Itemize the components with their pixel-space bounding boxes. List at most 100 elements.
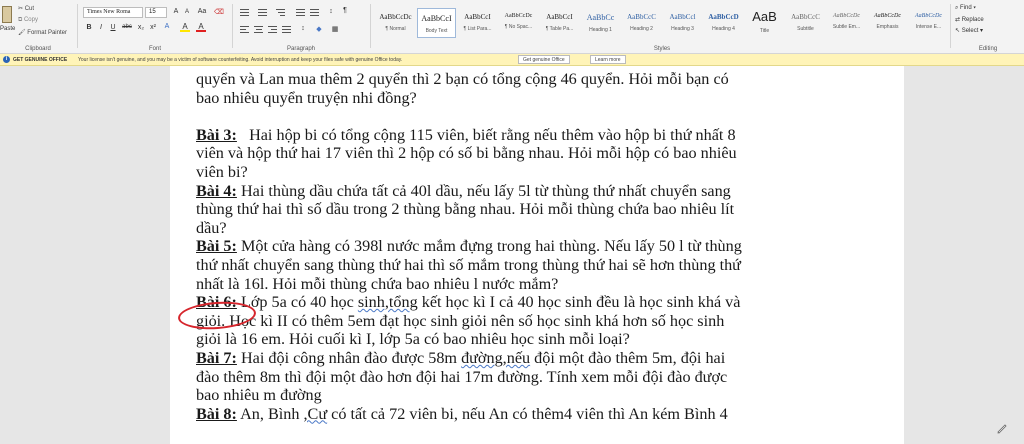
copy-label: Copy [23,17,38,23]
show-formatting-button[interactable]: ¶ [340,7,350,14]
cut-button[interactable]: ✂ Cut [18,5,34,12]
bold-button[interactable]: B [84,24,94,31]
clipboard-group-label: Clipboard [25,46,51,52]
document-body[interactable]: quyển và Lan mua thêm 2 quyển thì 2 bạn … [196,70,876,423]
text-line: thùng thứ hai thì số dầu trong 2 thùng b… [196,200,735,219]
exercise-5: Bài 5: Một cửa hàng có 398l nước mắm đựn… [196,237,876,256]
style-sample: AaBbCcI [464,13,491,21]
exercise-label: Bài 4: [196,181,237,200]
underline-button[interactable]: U [108,24,118,31]
style-name: Subtitle [797,26,814,32]
style-body-text[interactable]: AaBbCcI Body Text [417,8,456,38]
spelling-flagged-word[interactable]: sinh,tổng [358,293,418,311]
grow-font-button[interactable]: A [171,8,181,15]
replace-icon: ⇄ [955,17,961,23]
style-sample: AaBbCcI [421,14,452,23]
style-sample: AaBbCcDc [874,13,901,19]
style-heading-1[interactable]: AaBbCc Heading 1 [581,8,620,38]
select-button[interactable]: ↖ Select ▾ [955,27,983,34]
spelling-flagged-word[interactable]: ,Cư [303,405,327,423]
italic-button[interactable]: I [96,24,106,31]
ribbon: Paste ✂ Cut ⧉ Copy 🖌 Format Painter Clip… [0,0,1024,54]
subscript-button[interactable]: x₂ [136,24,146,31]
style-sample: AaBbCcDc [833,13,860,19]
sort-icon[interactable]: ↕ [326,8,336,15]
style-name: ¶ List Para... [463,26,492,32]
ribbon-separator [950,4,951,48]
notification-message: Your license isn't genuine, and you may … [78,57,403,63]
style-name: Heading 3 [671,26,694,32]
pen-cursor-icon [997,424,1007,434]
numbering-icon[interactable] [258,9,267,16]
exercise-label: Bài 8: [196,404,237,423]
find-label: Find [960,5,972,11]
text-effects-icon[interactable]: A [162,23,172,30]
format-painter-button[interactable]: 🖌 Format Painter [18,29,67,36]
multilevel-list-icon[interactable] [276,9,285,16]
line-spacing-icon[interactable]: ↕ [298,25,308,32]
font-size-dropdown[interactable]: 15 [145,7,167,18]
style-name: Subtle Em... [832,24,861,30]
style-no-spacing[interactable]: AaBbCcDc ¶ No Spac... [499,8,538,38]
align-center-icon[interactable] [254,26,263,33]
shading-icon[interactable]: ◆ [314,25,324,33]
style-subtitle[interactable]: AaBbCcC Subtitle [786,8,825,38]
clear-formatting-icon[interactable]: ⌫ [214,8,224,16]
style-heading-2[interactable]: AaBbCcC Heading 2 [622,8,661,38]
font-color-label: A [198,22,204,31]
paste-icon[interactable] [2,6,12,23]
search-icon: ⌕ [955,5,959,11]
style-table-paragraph[interactable]: AaBbCcI ¶ Table Pa... [540,8,579,38]
superscript-button[interactable]: x² [148,24,158,31]
copy-button[interactable]: ⧉ Copy [18,17,38,24]
style-sample: AaBbCcI [546,13,573,21]
replace-button[interactable]: ⇄ Replace [955,16,984,23]
increase-indent-icon[interactable] [310,9,319,16]
align-right-icon[interactable] [268,26,277,33]
style-emphasis[interactable]: AaBbCcDc Emphasis [868,8,907,38]
text-run: Hai hộp bi có tổng cộng 115 viên, biết r… [236,125,736,144]
find-button[interactable]: ⌕ Find ▾ [955,5,976,12]
get-genuine-office-button[interactable]: Get genuine Office [518,55,570,64]
decrease-indent-icon[interactable] [296,9,305,16]
styles-group-label: Styles [653,46,671,52]
justify-icon[interactable] [282,26,291,33]
font-name-dropdown[interactable]: Times New Roma [83,7,143,18]
shrink-font-button[interactable]: A [182,9,192,15]
bullets-icon[interactable] [240,9,249,16]
style-sample: AaB [752,9,777,24]
style-sample: AaBbCcC [791,13,820,21]
exercise-label: Bài 3: [196,125,237,144]
style-title[interactable]: AaB Title [745,8,784,38]
strikethrough-button[interactable]: abc [120,24,134,30]
learn-more-button[interactable]: Learn more [590,55,626,64]
text-line: quyển và Lan mua thêm 2 quyển thì 2 bạn … [196,70,729,88]
style-heading-4[interactable]: AaBbCcD Heading 4 [704,8,743,38]
paste-button[interactable]: Paste [0,26,15,32]
style-subtle-emphasis[interactable]: AaBbCcDc Subtle Em... [827,8,866,38]
highlight-color-button[interactable]: A [180,22,190,32]
borders-icon[interactable]: ▦ [330,25,340,33]
editing-group: ⌕ Find ▾ ⇄ Replace ↖ Select ▾ Editing [955,2,1021,52]
style-name: Body Text [425,28,448,34]
exercise-label: Bài 5: [196,237,237,256]
document-page[interactable]: quyển và Lan mua thêm 2 quyển thì 2 bạn … [170,66,1007,444]
style-name: Emphasis [876,24,899,30]
exercise-4: Bài 4: Hai thùng dầu chứa tất cả 40l dầu… [196,182,876,201]
text-run: Một cửa hàng có 398l nước mắm đựng trong… [236,237,742,256]
spelling-flagged-word[interactable]: đường,nếu [461,349,530,367]
style-intense-emphasis[interactable]: AaBbCcDc Intense E... [909,8,948,38]
text-run: Hai đội công nhân đào được 58m [236,348,462,367]
style-normal[interactable]: AaBbCcDc ¶ Normal [376,8,415,38]
align-left-icon[interactable] [240,26,249,33]
style-heading-3[interactable]: AaBbCcl Heading 3 [663,8,702,38]
format-painter-label: Format Painter [27,30,67,36]
font-color-button[interactable]: A [196,22,206,32]
font-group: Times New Roma 15 A A Aa ⌫ B I U abc x₂ … [80,2,230,52]
style-name: ¶ No Spac... [504,24,533,30]
style-sample: AaBbCcD [708,13,739,21]
change-case-button[interactable]: Aa [195,8,209,15]
text-run: có tất cả 72 viên bi, nếu An có thêm4 vi… [327,404,728,423]
style-list-paragraph[interactable]: AaBbCcI ¶ List Para... [458,8,497,38]
